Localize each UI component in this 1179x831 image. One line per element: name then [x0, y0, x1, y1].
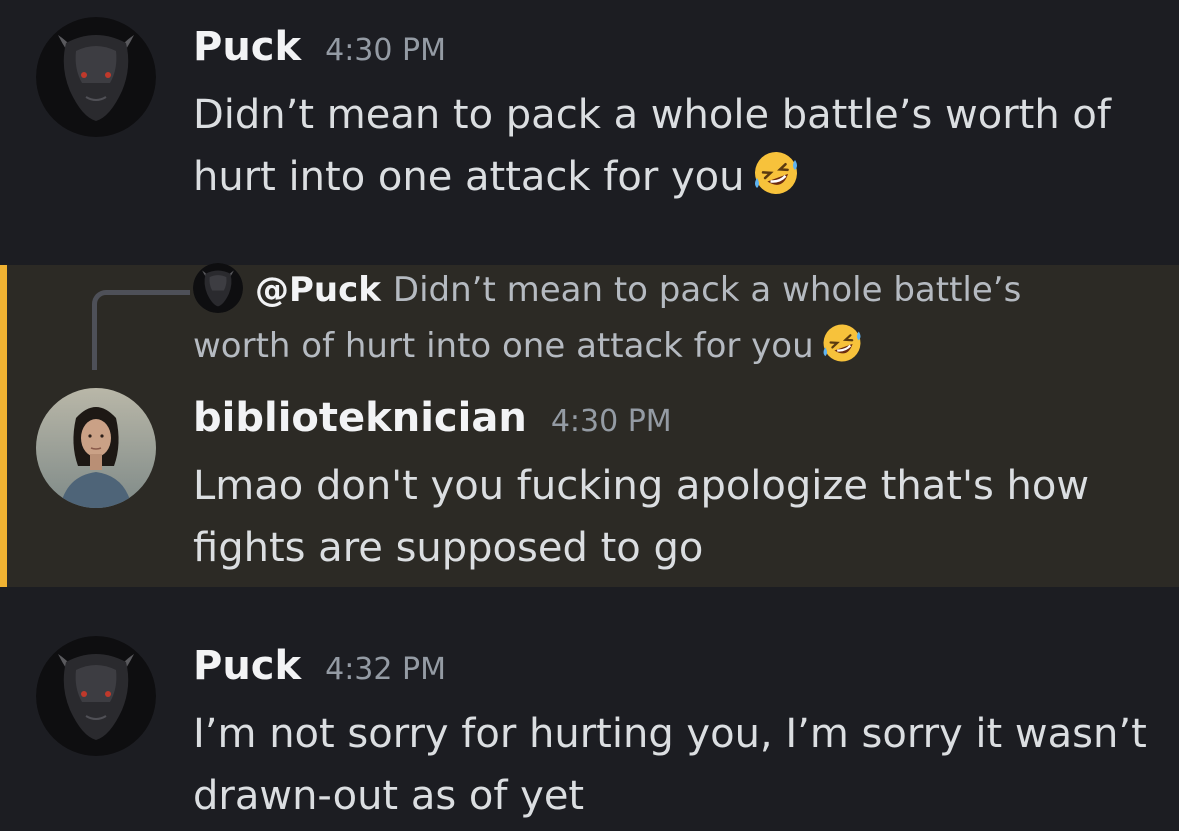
- message-content: Lmao don't you fucking apologize that's …: [193, 455, 1153, 579]
- message-text: Lmao don't you fucking apologize that's …: [193, 463, 1090, 571]
- avatar-puck[interactable]: [36, 17, 156, 137]
- message-text: I’m not sorry for hurting you, I’m sorry…: [193, 711, 1147, 819]
- timestamp: 4:30 PM: [325, 33, 446, 68]
- message-content: I’m not sorry for hurting you, I’m sorry…: [193, 703, 1153, 827]
- rolling-on-floor-laughing-icon: [820, 321, 864, 365]
- mention-bar: [0, 265, 7, 587]
- message-content: Didn’t mean to pack a whole battle’s wor…: [193, 84, 1153, 208]
- demon-avatar-icon: [193, 263, 243, 313]
- timestamp: 4:32 PM: [325, 652, 446, 687]
- woman-portrait-avatar-icon: [36, 388, 156, 508]
- message-text: Didn’t mean to pack a whole battle’s wor…: [193, 92, 1111, 200]
- demon-avatar-icon: [36, 17, 156, 137]
- reply-mention[interactable]: @Puck: [255, 270, 381, 310]
- username[interactable]: Puck: [193, 643, 301, 689]
- reply-avatar-puck: [193, 263, 243, 313]
- chat-log: Puck 4:30 PM Didn’t mean to pack a whole…: [0, 0, 1179, 831]
- demon-avatar-icon: [36, 636, 156, 756]
- reply-spine: [92, 290, 190, 370]
- reply-preview[interactable]: @Puck Didn’t mean to pack a whole battle’…: [193, 262, 1093, 374]
- avatar-puck[interactable]: [36, 636, 156, 756]
- rolling-on-floor-laughing-icon: [751, 148, 801, 198]
- username[interactable]: biblioteknician: [193, 395, 527, 441]
- username[interactable]: Puck: [193, 24, 301, 70]
- timestamp: 4:30 PM: [550, 404, 672, 439]
- avatar-biblioteknician[interactable]: [36, 388, 156, 508]
